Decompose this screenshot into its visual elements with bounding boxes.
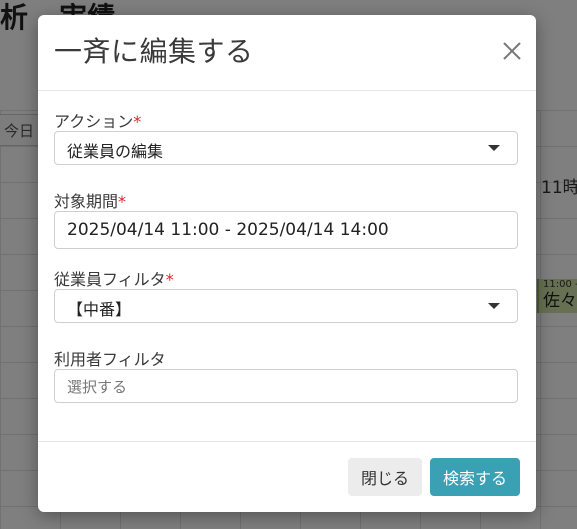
period-input[interactable]: 2025/04/14 11:00 - 2025/04/14 14:00 <box>54 211 518 249</box>
employee-filter-value: 【中番】 <box>67 300 132 319</box>
user-filter-label: 利用者フィルタ <box>54 350 166 369</box>
action-label: アクション* <box>54 108 141 132</box>
chevron-down-icon <box>488 145 500 151</box>
modal-footer: 閉じる 検索する <box>38 441 536 512</box>
employee-filter-label-text: 従業員フィルタ <box>54 270 166 289</box>
required-mark: * <box>165 270 174 289</box>
action-label-text: アクション <box>54 112 134 131</box>
chevron-down-icon <box>488 303 500 309</box>
required-mark: * <box>118 192 127 211</box>
modal-title: 一斉に編集する <box>54 35 254 68</box>
search-button[interactable]: 検索する <box>430 458 520 496</box>
employee-filter-label: 従業員フィルタ* <box>54 266 174 290</box>
period-label: 対象期間* <box>54 188 126 212</box>
action-select[interactable]: 従業員の編集 <box>54 131 518 165</box>
required-mark: * <box>133 112 142 131</box>
action-select-value: 従業員の編集 <box>67 142 164 161</box>
close-button[interactable]: 閉じる <box>348 458 422 496</box>
employee-filter-select[interactable]: 【中番】 <box>54 289 518 323</box>
period-input-value: 2025/04/14 11:00 - 2025/04/14 14:00 <box>67 220 389 240</box>
user-filter-input[interactable]: 選択する <box>54 369 518 403</box>
modal-header: 一斉に編集する <box>38 15 536 91</box>
user-filter-placeholder: 選択する <box>67 378 128 396</box>
period-label-text: 対象期間 <box>54 192 119 211</box>
bulk-edit-modal: 一斉に編集する アクション* 従業員の編集 対象期間* 2025/04/14 1… <box>38 15 536 512</box>
close-icon[interactable] <box>502 41 522 61</box>
